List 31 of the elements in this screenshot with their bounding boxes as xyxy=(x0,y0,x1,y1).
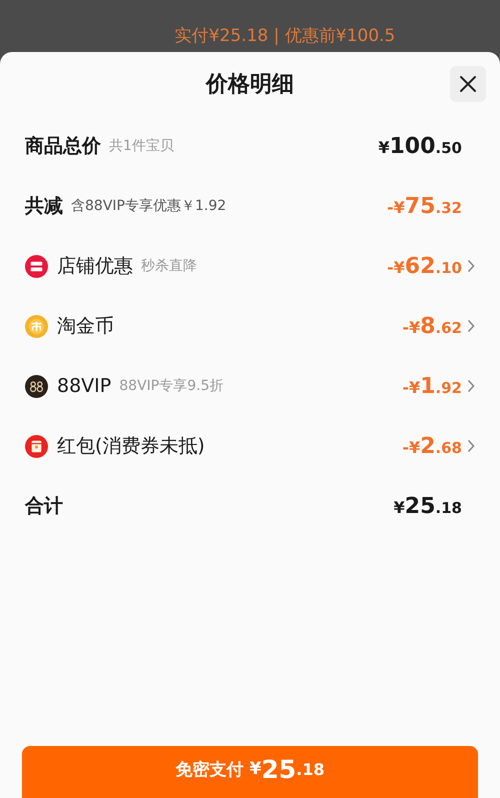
amount: -¥8.62 xyxy=(402,314,462,338)
shop-icon xyxy=(25,254,48,278)
row-note: 秒杀直降 xyxy=(141,257,197,275)
price-summary: 实付¥25.18 | 优惠前¥100.5 xyxy=(174,26,396,46)
row-label: 红包(消费券未抵) xyxy=(57,434,205,459)
pay-button[interactable]: 免密支付 ¥25.18 xyxy=(22,746,478,798)
amount: -¥62.10 xyxy=(387,254,462,278)
row-label: 店铺优惠 xyxy=(57,254,133,279)
row-label: 淘金币 xyxy=(57,314,114,339)
envelope-icon xyxy=(25,434,48,458)
row-label: 共减 xyxy=(25,194,63,219)
chevron-right-icon[interactable] xyxy=(467,439,475,453)
amount: ¥25.18 xyxy=(394,494,462,518)
row-label: 合计 xyxy=(25,494,63,519)
sheet-title: 价格明细 xyxy=(206,71,294,99)
amount: -¥1.92 xyxy=(402,374,462,398)
row-label: 商品总价 xyxy=(25,134,101,159)
row-note: 含88VIP专享优惠￥1.92 xyxy=(71,197,226,215)
close-button[interactable] xyxy=(450,66,486,102)
row-label: 88VIP xyxy=(57,375,112,397)
chevron-right-icon[interactable] xyxy=(467,259,475,273)
close-icon xyxy=(459,75,477,93)
coin-icon xyxy=(25,314,48,338)
row-note: 88VIP专享9.5折 xyxy=(119,377,224,395)
amount: ¥100.50 xyxy=(378,134,462,158)
amount: -¥75.32 xyxy=(387,194,462,218)
amount: -¥2.68 xyxy=(402,434,462,458)
row-note: 共1件宝贝 xyxy=(109,137,174,155)
vip-icon xyxy=(25,374,48,398)
chevron-right-icon[interactable] xyxy=(467,379,475,393)
chevron-right-icon[interactable] xyxy=(467,319,475,333)
